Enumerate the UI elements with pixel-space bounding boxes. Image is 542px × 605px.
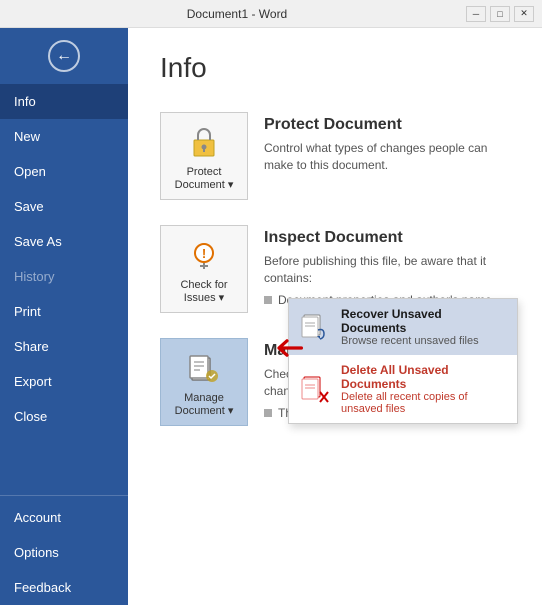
delete-desc: Delete all recent copies of unsaved file…	[341, 391, 507, 415]
title-bar-text: Document1 - Word	[8, 7, 466, 21]
svg-text:!: !	[202, 246, 206, 261]
close-button[interactable]: ✕	[514, 6, 534, 22]
protect-text: Protect Document Control what types of c…	[264, 112, 510, 174]
recover-unsaved-button[interactable]: Recover Unsaved Documents Browse recent …	[289, 299, 517, 355]
sidebar-item-export[interactable]: Export	[0, 364, 128, 399]
info-section-protect: ProtectDocument ▾ Protect Document Contr…	[160, 100, 510, 213]
sidebar-item-share[interactable]: Share	[0, 329, 128, 364]
protect-icon-label: ProtectDocument ▾	[175, 166, 234, 191]
inspect-icon: !	[184, 235, 224, 275]
manage-icon-label: ManageDocument ▾	[175, 392, 234, 417]
sidebar-item-feedback[interactable]: Feedback	[0, 570, 128, 605]
maximize-button[interactable]: □	[490, 6, 510, 22]
lock-icon	[184, 122, 224, 162]
minimize-button[interactable]: ─	[466, 6, 486, 22]
manage-dropdown: Recover Unsaved Documents Browse recent …	[288, 298, 518, 424]
inspect-title: Inspect Document	[264, 229, 510, 247]
protect-title: Protect Document	[264, 116, 510, 134]
sidebar-item-account[interactable]: Account	[0, 500, 128, 535]
recover-icon	[299, 311, 331, 343]
back-circle: ←	[48, 40, 80, 72]
arrow-indicator	[271, 336, 303, 360]
check-issues-label: Check forIssues ▾	[180, 279, 227, 304]
sidebar-item-open[interactable]: Open	[0, 154, 128, 189]
sidebar-item-save-as[interactable]: Save As	[0, 224, 128, 259]
delete-unsaved-button[interactable]: Delete All Unsaved Documents Delete all …	[289, 355, 517, 423]
recover-title: Recover Unsaved Documents	[341, 307, 507, 335]
manage-document-button[interactable]: ManageDocument ▾	[160, 338, 248, 426]
sidebar-bottom: Account Options Feedback	[0, 495, 128, 605]
sidebar-item-options[interactable]: Options	[0, 535, 128, 570]
sidebar-item-info[interactable]: Info	[0, 84, 128, 119]
sidebar: ← Info New Open Save Save As History Pri…	[0, 28, 128, 605]
main-content: Info ProtectDocument ▾ Protect Document	[128, 28, 542, 605]
sidebar-item-new[interactable]: New	[0, 119, 128, 154]
sidebar-nav: Info New Open Save Save As History Print…	[0, 84, 128, 495]
protect-document-button[interactable]: ProtectDocument ▾	[160, 112, 248, 200]
check-issues-button[interactable]: ! Check forIssues ▾	[160, 225, 248, 313]
inspect-desc: Before publishing this file, be aware th…	[264, 253, 510, 287]
window-controls: ─ □ ✕	[466, 6, 534, 22]
recover-desc: Browse recent unsaved files	[341, 335, 507, 347]
delete-icon	[299, 373, 331, 405]
app-container: ← Info New Open Save Save As History Pri…	[0, 28, 542, 605]
sidebar-item-print[interactable]: Print	[0, 294, 128, 329]
title-bar: Document1 - Word ─ □ ✕	[0, 0, 542, 28]
bullet-icon	[264, 296, 272, 304]
delete-title: Delete All Unsaved Documents	[341, 363, 507, 391]
manage-bullet-icon	[264, 409, 272, 417]
protect-desc: Control what types of changes people can…	[264, 140, 510, 174]
sidebar-item-history: History	[0, 259, 128, 294]
recover-text: Recover Unsaved Documents Browse recent …	[341, 307, 507, 347]
page-title: Info	[160, 52, 510, 84]
page-title-area: Info	[128, 28, 542, 100]
inspect-text: Inspect Document Before publishing this …	[264, 225, 510, 307]
back-button[interactable]: ←	[0, 28, 128, 84]
delete-text: Delete All Unsaved Documents Delete all …	[341, 363, 507, 415]
manage-icon	[184, 348, 224, 388]
sidebar-item-save[interactable]: Save	[0, 189, 128, 224]
sidebar-item-close[interactable]: Close	[0, 399, 128, 434]
